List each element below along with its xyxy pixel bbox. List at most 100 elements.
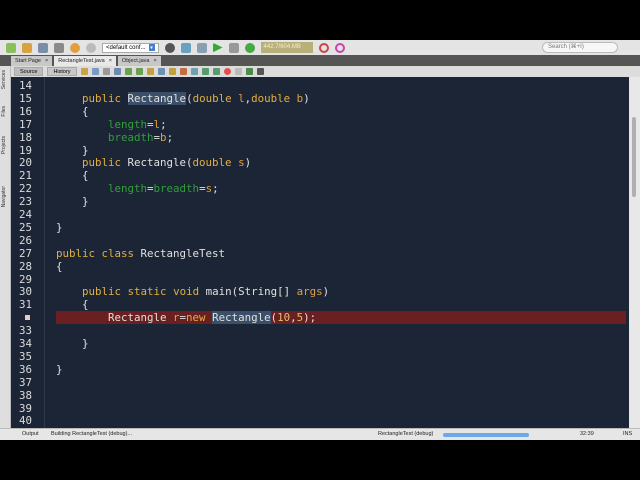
undo-icon[interactable] bbox=[70, 42, 80, 53]
code-line[interactable]: 25} bbox=[11, 221, 626, 234]
code-line[interactable]: 14 bbox=[11, 79, 626, 92]
code-line[interactable]: 15 public Rectangle(double l,double b) bbox=[11, 91, 626, 105]
history-tab[interactable]: History bbox=[47, 67, 77, 76]
code-editor[interactable]: 14 15 public Rectangle(double l,double b)… bbox=[11, 77, 629, 428]
code-line[interactable]: 35 bbox=[11, 350, 626, 363]
last-edit-icon[interactable] bbox=[80, 68, 88, 75]
code-line[interactable]: 22 length=breadth=s; bbox=[11, 182, 626, 195]
line-number: 16 bbox=[19, 104, 33, 118]
code-line[interactable]: 37 bbox=[11, 376, 626, 389]
record-macro-icon[interactable] bbox=[223, 68, 231, 75]
main-toolbar: <default conf... ▾ 442.7/604.MB Search (⌘… bbox=[0, 40, 640, 55]
stop-macro-icon[interactable] bbox=[234, 68, 242, 75]
side-tab-files[interactable]: Files bbox=[1, 106, 7, 117]
code-token: length bbox=[108, 117, 148, 131]
code-line[interactable]: 20 public Rectangle(double s) bbox=[11, 156, 626, 169]
side-tab-projects[interactable]: Projects bbox=[1, 136, 7, 154]
shift-left-icon[interactable] bbox=[168, 68, 176, 75]
new-project-icon[interactable] bbox=[22, 42, 32, 53]
breakpoint-line[interactable]: Rectangle r=new Rectangle(10,5); bbox=[11, 311, 626, 325]
code-line[interactable]: 26 bbox=[11, 234, 626, 247]
code-text: } bbox=[56, 337, 89, 350]
run-icon[interactable] bbox=[212, 42, 223, 53]
code-line[interactable]: 38 bbox=[11, 389, 626, 402]
code-line[interactable]: 28 { bbox=[11, 260, 626, 273]
code-line[interactable]: 16 { bbox=[11, 105, 626, 118]
line-number: 34 bbox=[19, 337, 33, 350]
find-prev-icon[interactable] bbox=[124, 68, 132, 75]
editor-scrollbar[interactable] bbox=[629, 77, 640, 428]
build-hammer-icon[interactable] bbox=[180, 42, 191, 53]
shift-right-icon[interactable] bbox=[179, 68, 187, 75]
code-text: { bbox=[56, 298, 89, 311]
code-text: public Rectangle(double s) bbox=[56, 156, 251, 169]
tab-object-java[interactable]: Object.java × bbox=[117, 56, 161, 66]
search-input[interactable]: Search (⌘+I) bbox=[542, 42, 618, 53]
breakpoint-icon[interactable] bbox=[25, 315, 30, 321]
gc-icon[interactable] bbox=[318, 42, 329, 53]
code-line[interactable]: 31 { bbox=[11, 298, 626, 311]
code-text: } bbox=[56, 363, 63, 376]
profile-icon[interactable] bbox=[244, 42, 255, 53]
code-token: Rectangle( bbox=[121, 156, 193, 170]
check-icon[interactable] bbox=[245, 68, 253, 75]
config-select[interactable]: <default conf... ▾ bbox=[102, 42, 159, 53]
toggle-highlight-icon[interactable] bbox=[146, 68, 154, 75]
code-line[interactable]: 21 { bbox=[11, 169, 626, 182]
code-line[interactable]: 17 length=l; bbox=[11, 118, 626, 131]
code-token: ) bbox=[322, 285, 330, 299]
new-file-icon[interactable] bbox=[6, 42, 16, 53]
side-tab-services[interactable]: Services bbox=[1, 70, 7, 89]
source-tab[interactable]: Source bbox=[14, 67, 44, 76]
code-line[interactable]: 27 public class RectangleTest bbox=[11, 247, 626, 260]
code-token: double bbox=[192, 156, 232, 170]
debug-icon[interactable] bbox=[228, 42, 239, 53]
close-icon[interactable]: × bbox=[153, 56, 156, 66]
code-token: ; bbox=[160, 117, 167, 131]
close-icon[interactable]: × bbox=[45, 56, 48, 66]
code-token: } bbox=[56, 362, 63, 376]
find-icon[interactable] bbox=[113, 68, 121, 75]
code-line[interactable]: 30 public static void main(String[] args… bbox=[11, 285, 626, 298]
code-line[interactable]: 33 bbox=[11, 324, 626, 337]
code-line[interactable]: 24 bbox=[11, 208, 626, 221]
code-token: ) bbox=[244, 156, 252, 170]
code-line[interactable]: 19 } bbox=[11, 144, 626, 157]
tab-rectangletest-java[interactable]: RectangleTest.java × bbox=[54, 56, 116, 66]
code-text: { bbox=[56, 105, 89, 118]
back-icon[interactable] bbox=[91, 68, 99, 75]
scrollbar-thumb[interactable] bbox=[632, 117, 636, 197]
memory-indicator[interactable]: 442.7/604.MB bbox=[260, 42, 313, 53]
redo-icon[interactable] bbox=[86, 42, 96, 53]
side-tab-navigator[interactable]: Navigator bbox=[1, 186, 7, 207]
code-token: 10 bbox=[277, 311, 291, 325]
code-line[interactable]: 40 bbox=[11, 414, 626, 427]
clean-build-icon[interactable] bbox=[196, 42, 207, 53]
tab-start-page[interactable]: Start Page × bbox=[11, 56, 53, 66]
code-line[interactable]: 39 bbox=[11, 402, 626, 415]
code-line[interactable]: 23 } bbox=[11, 195, 626, 208]
save-all-icon[interactable] bbox=[54, 42, 64, 53]
side-panel: Services Files Projects Navigator bbox=[0, 66, 11, 428]
code-token: ; bbox=[166, 130, 174, 144]
code-line[interactable]: 29 bbox=[11, 273, 626, 286]
forward-icon[interactable] bbox=[102, 68, 110, 75]
open-project-icon[interactable] bbox=[38, 42, 48, 53]
code-line[interactable]: 18 breadth=b; bbox=[11, 131, 626, 144]
comment-icon[interactable] bbox=[190, 68, 198, 75]
code-line[interactable]: 36} bbox=[11, 363, 626, 376]
profiler-icon[interactable] bbox=[334, 42, 345, 53]
uncomment-icon[interactable] bbox=[201, 68, 209, 75]
diff-icon[interactable] bbox=[256, 68, 264, 75]
output-tab[interactable]: Output bbox=[22, 429, 39, 440]
bookmark-icon[interactable] bbox=[157, 68, 165, 75]
find-next-icon[interactable] bbox=[135, 68, 143, 75]
code-token: } bbox=[56, 337, 89, 350]
code-line[interactable]: 34 } bbox=[11, 337, 626, 350]
macro-icon[interactable] bbox=[212, 68, 220, 75]
line-number: 21 bbox=[19, 169, 33, 183]
close-icon[interactable]: × bbox=[109, 56, 112, 66]
globe-icon[interactable] bbox=[164, 42, 175, 53]
